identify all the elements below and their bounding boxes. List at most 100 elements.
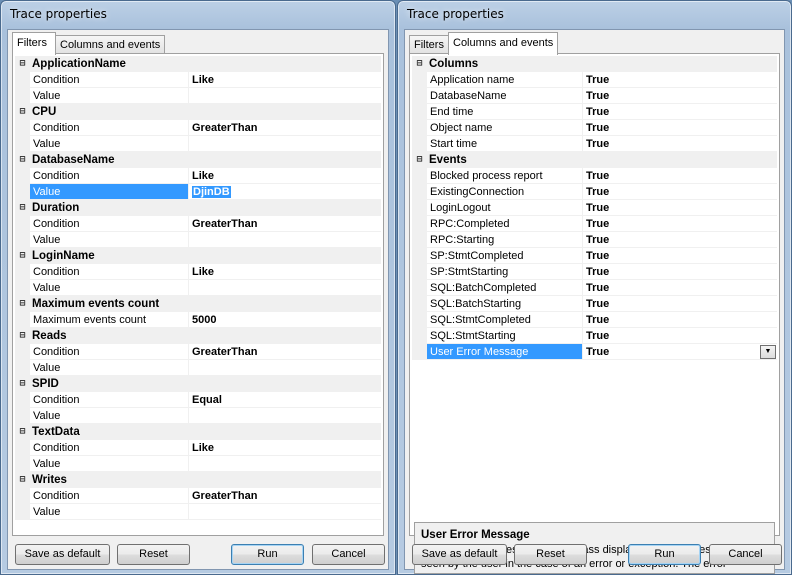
collapse-minus-icon[interactable]: ⊟ [15, 328, 30, 344]
property-value[interactable]: True [583, 328, 777, 344]
property-value[interactable]: GreaterThan [189, 120, 381, 136]
property-row[interactable]: LoginLogout True [412, 200, 777, 216]
property-value[interactable] [189, 504, 381, 520]
property-row[interactable]: Value [15, 280, 381, 296]
category-row[interactable]: ⊟ LoginName [15, 248, 381, 264]
property-row[interactable]: User Error Message True ▼ [412, 344, 777, 360]
collapse-minus-icon[interactable]: ⊟ [15, 248, 30, 264]
category-row[interactable]: ⊟ Reads [15, 328, 381, 344]
save-as-default-button[interactable]: Save as default [15, 544, 110, 565]
property-row[interactable]: RPC:Completed True [412, 216, 777, 232]
property-value[interactable]: True [583, 296, 777, 312]
category-row[interactable]: ⊟ DatabaseName [15, 152, 381, 168]
property-value[interactable] [189, 88, 381, 104]
property-value[interactable]: GreaterThan [189, 488, 381, 504]
collapse-minus-icon[interactable]: ⊟ [15, 200, 30, 216]
property-row[interactable]: Value [15, 504, 381, 520]
property-value[interactable]: True [583, 168, 777, 184]
property-value[interactable]: GreaterThan [189, 344, 381, 360]
property-value[interactable]: Like [189, 72, 381, 88]
property-row[interactable]: Object name True [412, 120, 777, 136]
property-row[interactable]: Condition GreaterThan [15, 488, 381, 504]
chevron-down-icon[interactable]: ▼ [760, 345, 776, 359]
tab-filters[interactable]: Filters [12, 32, 56, 55]
property-value[interactable]: GreaterThan [189, 216, 381, 232]
property-value[interactable]: Like [189, 440, 381, 456]
property-row[interactable]: Condition GreaterThan [15, 344, 381, 360]
property-value[interactable]: True [583, 312, 777, 328]
property-row[interactable]: Condition Like [15, 72, 381, 88]
run-button[interactable]: Run [231, 544, 304, 565]
property-value[interactable]: True [583, 104, 777, 120]
reset-button[interactable]: Reset [117, 544, 190, 565]
property-row[interactable]: Condition GreaterThan [15, 120, 381, 136]
property-value[interactable] [189, 360, 381, 376]
property-value[interactable]: Like [189, 168, 381, 184]
property-value[interactable]: True [583, 216, 777, 232]
property-value[interactable]: True [583, 120, 777, 136]
property-row[interactable]: Start time True [412, 136, 777, 152]
property-value[interactable]: True [583, 280, 777, 296]
property-row[interactable]: SP:StmtStarting True [412, 264, 777, 280]
property-value[interactable]: True [583, 88, 777, 104]
property-row[interactable]: ExistingConnection True [412, 184, 777, 200]
category-row[interactable]: ⊟ Columns [412, 56, 777, 72]
property-row[interactable]: Value [15, 408, 381, 424]
collapse-minus-icon[interactable]: ⊟ [412, 56, 427, 72]
property-value[interactable]: True [583, 264, 777, 280]
property-row[interactable]: Condition Like [15, 440, 381, 456]
category-row[interactable]: ⊟ Events [412, 152, 777, 168]
cancel-button[interactable]: Cancel [312, 544, 385, 565]
property-row[interactable]: SQL:BatchStarting True [412, 296, 777, 312]
property-row[interactable]: End time True [412, 104, 777, 120]
property-row[interactable]: Maximum events count 5000 [15, 312, 381, 328]
property-value[interactable]: 5000 [189, 312, 381, 328]
property-value[interactable]: True [583, 232, 777, 248]
property-row[interactable]: SQL:BatchCompleted True [412, 280, 777, 296]
property-value[interactable] [189, 456, 381, 472]
property-value[interactable]: True [583, 200, 777, 216]
property-value[interactable]: DjinDB [189, 184, 381, 200]
property-value[interactable] [189, 136, 381, 152]
category-row[interactable]: ⊟ ApplicationName [15, 56, 381, 72]
tab-columns-and-events[interactable]: Columns and events [448, 32, 558, 55]
collapse-minus-icon[interactable]: ⊟ [15, 472, 30, 488]
property-row[interactable]: RPC:Starting True [412, 232, 777, 248]
property-value[interactable]: Equal [189, 392, 381, 408]
property-row[interactable]: SQL:StmtStarting True [412, 328, 777, 344]
property-value[interactable]: Like [189, 264, 381, 280]
tab-filters[interactable]: Filters [409, 35, 449, 54]
run-button[interactable]: Run [628, 544, 701, 565]
collapse-minus-icon[interactable]: ⊟ [15, 376, 30, 392]
collapse-minus-icon[interactable]: ⊟ [15, 424, 30, 440]
property-row[interactable]: DatabaseName True [412, 88, 777, 104]
collapse-minus-icon[interactable]: ⊟ [15, 104, 30, 120]
collapse-minus-icon[interactable]: ⊟ [15, 296, 30, 312]
reset-button[interactable]: Reset [514, 544, 587, 565]
property-value[interactable]: True [583, 72, 777, 88]
property-row[interactable]: Blocked process report True [412, 168, 777, 184]
property-row[interactable]: Value [15, 456, 381, 472]
property-row[interactable]: Value DjinDB [15, 184, 381, 200]
category-row[interactable]: ⊟ Duration [15, 200, 381, 216]
collapse-minus-icon[interactable]: ⊟ [15, 56, 30, 72]
property-row[interactable]: Condition Equal [15, 392, 381, 408]
property-value[interactable] [189, 408, 381, 424]
property-row[interactable]: Condition GreaterThan [15, 216, 381, 232]
property-value[interactable]: True [583, 184, 777, 200]
category-row[interactable]: ⊟ Maximum events count [15, 296, 381, 312]
property-row[interactable]: Value [15, 136, 381, 152]
property-value[interactable]: True [583, 344, 777, 360]
property-value[interactable]: True [583, 136, 777, 152]
category-row[interactable]: ⊟ SPID [15, 376, 381, 392]
property-row[interactable]: SP:StmtCompleted True [412, 248, 777, 264]
property-row[interactable]: SQL:StmtCompleted True [412, 312, 777, 328]
collapse-minus-icon[interactable]: ⊟ [412, 152, 427, 168]
category-row[interactable]: ⊟ TextData [15, 424, 381, 440]
property-row[interactable]: Condition Like [15, 264, 381, 280]
category-row[interactable]: ⊟ Writes [15, 472, 381, 488]
property-value[interactable]: True [583, 248, 777, 264]
property-row[interactable]: Value [15, 360, 381, 376]
cancel-button[interactable]: Cancel [709, 544, 782, 565]
tab-columns-and-events[interactable]: Columns and events [55, 35, 165, 54]
